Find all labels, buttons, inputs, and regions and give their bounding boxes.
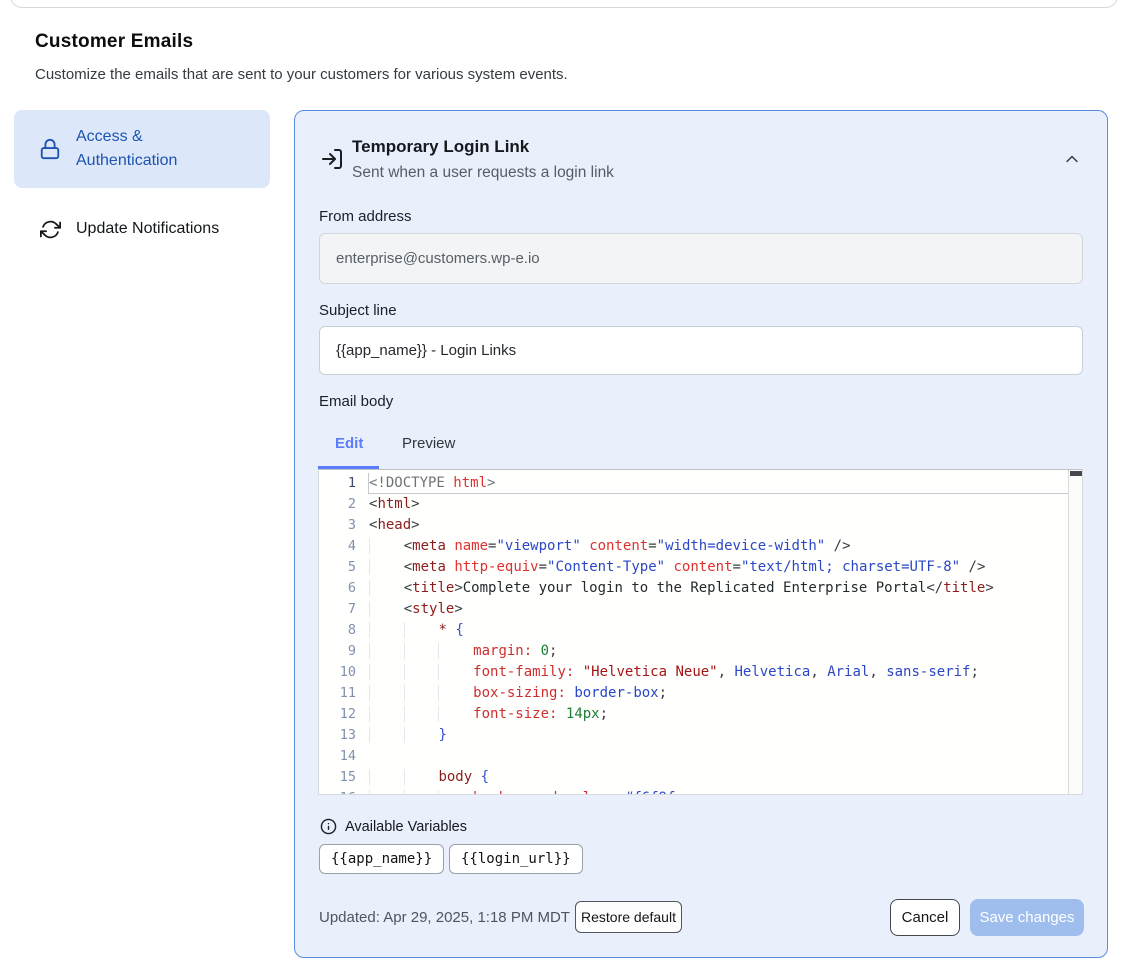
chevron-up-icon[interactable] — [1062, 149, 1082, 169]
available-variables-label: Available Variables — [345, 819, 467, 835]
cancel-button[interactable]: Cancel — [890, 899, 960, 936]
sync-icon — [38, 217, 62, 241]
customer-emails-page: Customer Emails Customize the emails tha… — [0, 0, 1128, 980]
page-subtitle: Customize the emails that are sent to yo… — [35, 66, 568, 83]
panel-subtitle: Sent when a user requests a login link — [352, 164, 614, 182]
panel-title: Temporary Login Link — [352, 137, 529, 157]
subject-line-label: Subject line — [319, 302, 397, 319]
available-variables-header: Available Variables — [320, 818, 467, 835]
sidebar-item-label: Access & Authentication — [76, 125, 236, 173]
tab-edit[interactable]: Edit — [335, 435, 363, 452]
sidebar-item-label: Update Notifications — [76, 217, 236, 241]
subject-line-input[interactable] — [319, 326, 1083, 375]
log-in-icon — [320, 147, 344, 171]
active-tab-underline — [318, 466, 379, 469]
from-address-label: From address — [319, 208, 412, 225]
code-editor[interactable]: 1<!DOCTYPE html>2<html>3<head>4 <meta na… — [318, 469, 1083, 795]
email-body-label: Email body — [319, 393, 393, 410]
from-address-input[interactable] — [319, 233, 1083, 284]
lock-icon — [38, 137, 62, 161]
info-icon — [320, 818, 337, 835]
editor-scrollbar[interactable] — [1068, 470, 1082, 794]
restore-default-button[interactable]: Restore default — [575, 901, 682, 933]
page-title: Customer Emails — [35, 31, 193, 53]
sidebar-item-update-notifications[interactable]: Update Notifications — [14, 205, 270, 253]
editor-scrollbar-thumb[interactable] — [1070, 471, 1082, 476]
save-changes-button[interactable]: Save changes — [970, 899, 1084, 936]
tab-preview[interactable]: Preview — [402, 435, 455, 452]
code-editor-lines: 1<!DOCTYPE html>2<html>3<head>4 <meta na… — [319, 473, 1082, 795]
previous-card-bottom-edge — [10, 0, 1118, 8]
variable-chip-app-name[interactable]: {{app_name}} — [319, 844, 444, 874]
variable-chip-login-url[interactable]: {{login_url}} — [449, 844, 583, 874]
sidebar-item-access-authentication[interactable]: Access & Authentication — [14, 110, 270, 188]
updated-timestamp: Updated: Apr 29, 2025, 1:18 PM MDT — [319, 909, 570, 926]
